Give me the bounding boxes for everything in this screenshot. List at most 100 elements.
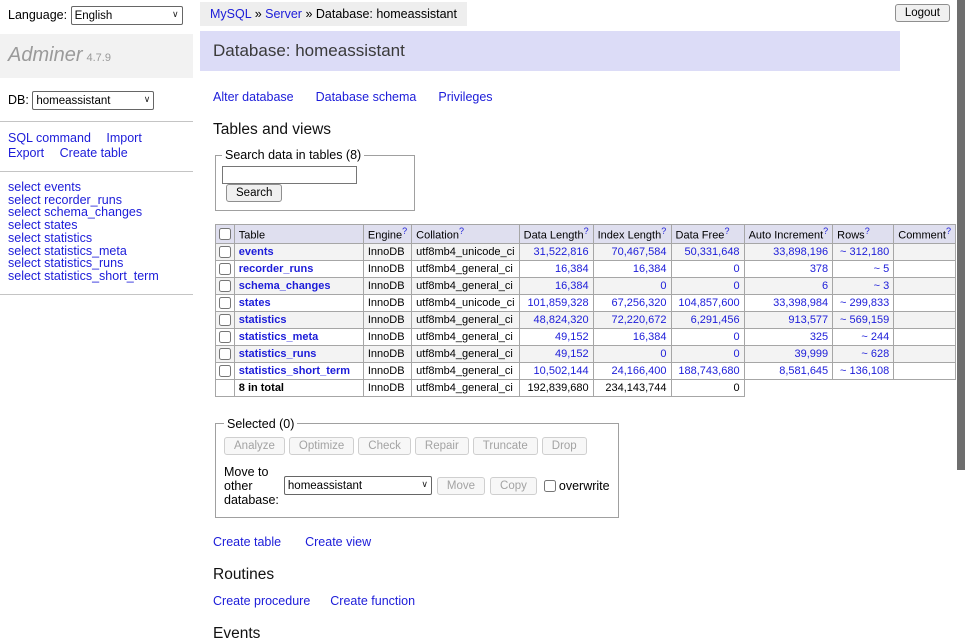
index-length-link[interactable]: 67,256,320 — [611, 297, 666, 309]
db-select[interactable]: homeassistant — [32, 91, 154, 110]
column-help-link[interactable]: ? — [865, 226, 870, 236]
comment-cell — [894, 362, 956, 379]
breadcrumb-server-link[interactable]: Server — [265, 7, 302, 21]
engine-cell: InnoDB — [363, 294, 411, 311]
rows-link[interactable]: ~ 299,833 — [840, 297, 889, 309]
scrollbar-track[interactable] — [956, 0, 966, 543]
search-input[interactable] — [222, 166, 357, 184]
table-link[interactable]: statistics_short_term — [44, 269, 159, 283]
data-length-link[interactable]: 16,384 — [555, 263, 589, 275]
copy-button[interactable]: Copy — [490, 477, 537, 495]
data-length-link[interactable]: 31,522,816 — [534, 246, 589, 258]
table-name-link[interactable]: statistics_meta — [239, 331, 319, 343]
data-length-link[interactable]: 10,502,144 — [534, 365, 589, 377]
row-checkbox[interactable] — [219, 280, 231, 292]
database-action-link[interactable]: Privileges — [438, 90, 492, 104]
table-name-cell: statistics — [234, 311, 363, 328]
overwrite-checkbox[interactable] — [544, 480, 556, 492]
column-help-link[interactable]: ? — [823, 226, 828, 236]
move-database-select[interactable]: homeassistant — [284, 476, 432, 495]
index-length-link[interactable]: 16,384 — [633, 331, 667, 343]
create-link[interactable]: Create view — [305, 535, 371, 549]
auto-increment-link[interactable]: 33,898,196 — [773, 246, 828, 258]
row-checkbox[interactable] — [219, 314, 231, 326]
column-help-link[interactable]: ? — [661, 226, 666, 236]
column-help-link[interactable]: ? — [459, 226, 464, 236]
data-free-link[interactable]: 188,743,680 — [678, 365, 739, 377]
data-free-link[interactable]: 6,291,456 — [691, 314, 740, 326]
row-checkbox[interactable] — [219, 246, 231, 258]
check-all-checkbox[interactable] — [219, 228, 231, 240]
rows-link[interactable]: ~ 244 — [861, 331, 889, 343]
row-checkbox[interactable] — [219, 297, 231, 309]
sidebar-menu-link[interactable]: Export — [8, 146, 44, 160]
column-help-link[interactable]: ? — [946, 226, 951, 236]
auto-increment-link[interactable]: 8,581,645 — [779, 365, 828, 377]
selected-action-button[interactable]: Check — [358, 437, 411, 455]
routine-link[interactable]: Create procedure — [213, 594, 310, 608]
rows-link[interactable]: ~ 312,180 — [840, 246, 889, 258]
data-free-link[interactable]: 0 — [733, 280, 739, 292]
auto-increment-link[interactable]: 378 — [810, 263, 828, 275]
data-length-link[interactable]: 49,152 — [555, 331, 589, 343]
breadcrumb-mysql-link[interactable]: MySQL — [210, 7, 251, 21]
move-button[interactable]: Move — [437, 477, 485, 495]
index-length-link[interactable]: 0 — [660, 348, 666, 360]
data-length-link[interactable]: 101,859,328 — [527, 297, 588, 309]
data-length-link[interactable]: 16,384 — [555, 280, 589, 292]
row-checkbox[interactable] — [219, 348, 231, 360]
rows-link[interactable]: ~ 569,159 — [840, 314, 889, 326]
table-name-link[interactable]: states — [239, 297, 271, 309]
index-length-link[interactable]: 16,384 — [633, 263, 667, 275]
table-name-link[interactable]: statistics_runs — [239, 348, 317, 360]
rows-link[interactable]: ~ 628 — [861, 348, 889, 360]
selected-action-button[interactable]: Repair — [415, 437, 469, 455]
index-length-link[interactable]: 24,166,400 — [611, 365, 666, 377]
database-action-link[interactable]: Database schema — [316, 90, 417, 104]
data-free-link[interactable]: 50,331,648 — [685, 246, 740, 258]
table-name-link[interactable]: statistics — [239, 314, 287, 326]
sidebar-menu-link[interactable]: Import — [106, 131, 141, 145]
create-link[interactable]: Create table — [213, 535, 281, 549]
database-action-link[interactable]: Alter database — [213, 90, 294, 104]
rows-link[interactable]: ~ 136,108 — [840, 365, 889, 377]
auto-increment-link[interactable]: 6 — [822, 280, 828, 292]
select-link[interactable]: select — [8, 269, 41, 283]
table-name-link[interactable]: statistics_short_term — [239, 365, 350, 377]
data-free-link[interactable]: 0 — [733, 263, 739, 275]
language-select[interactable]: English — [71, 6, 183, 25]
selected-action-button[interactable]: Analyze — [224, 437, 285, 455]
selected-action-button[interactable]: Drop — [542, 437, 587, 455]
table-name-link[interactable]: events — [239, 246, 274, 258]
selected-action-button[interactable]: Truncate — [473, 437, 538, 455]
column-help-link[interactable]: ? — [584, 226, 589, 236]
rows-link[interactable]: ~ 3 — [874, 280, 890, 292]
selected-action-button[interactable]: Optimize — [289, 437, 354, 455]
data-length-link[interactable]: 48,824,320 — [534, 314, 589, 326]
column-help-link[interactable]: ? — [724, 226, 729, 236]
scrollbar-thumb[interactable] — [957, 0, 965, 470]
data-free-link[interactable]: 0 — [733, 331, 739, 343]
table-name-link[interactable]: schema_changes — [239, 280, 331, 292]
table-name-link[interactable]: recorder_runs — [239, 263, 314, 275]
auto-increment-link[interactable]: 39,999 — [795, 348, 829, 360]
search-button[interactable]: Search — [226, 184, 282, 202]
rows-link[interactable]: ~ 5 — [874, 263, 890, 275]
data-free-link[interactable]: 104,857,600 — [678, 297, 739, 309]
auto-increment-link[interactable]: 325 — [810, 331, 828, 343]
logout-button[interactable]: Logout — [895, 4, 950, 22]
row-checkbox[interactable] — [219, 365, 231, 377]
row-checkbox[interactable] — [219, 263, 231, 275]
auto-increment-link[interactable]: 33,398,984 — [773, 297, 828, 309]
sidebar-menu-link[interactable]: Create table — [60, 146, 128, 160]
auto-increment-link[interactable]: 913,577 — [788, 314, 828, 326]
data-length-link[interactable]: 49,152 — [555, 348, 589, 360]
column-help-link[interactable]: ? — [402, 226, 407, 236]
row-checkbox[interactable] — [219, 331, 231, 343]
index-length-link[interactable]: 70,467,584 — [611, 246, 666, 258]
index-length-link[interactable]: 72,220,672 — [611, 314, 666, 326]
data-free-link[interactable]: 0 — [733, 348, 739, 360]
sidebar-menu-link[interactable]: SQL command — [8, 131, 91, 145]
index-length-link[interactable]: 0 — [660, 280, 666, 292]
routine-link[interactable]: Create function — [330, 594, 415, 608]
